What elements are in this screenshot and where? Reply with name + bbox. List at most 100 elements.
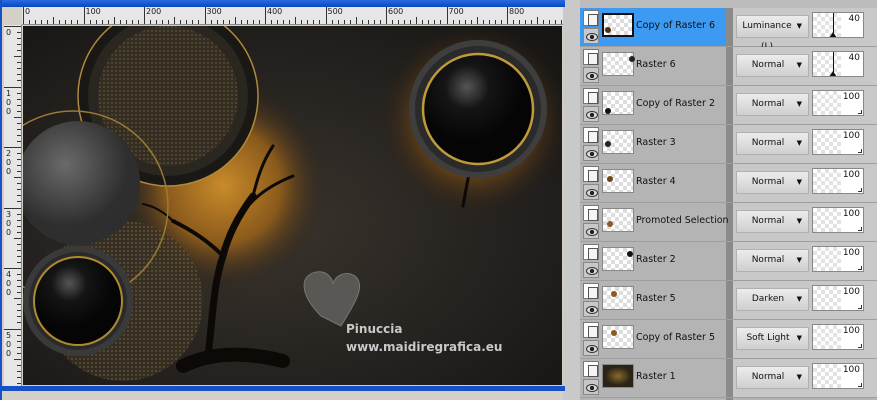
layer-item[interactable]: Raster 6 <box>580 47 726 85</box>
dropdown-arrow-icon: ▼ <box>796 373 802 381</box>
ruler-tick <box>488 20 490 24</box>
ruler-tick <box>23 7 24 24</box>
blend-mode-dropdown[interactable]: Darken ▼ <box>736 288 809 311</box>
vertical-ruler: 0 100 200 300 400 500 <box>4 25 22 386</box>
layer-item[interactable]: Raster 5 <box>580 281 726 319</box>
blend-mode-dropdown[interactable]: Normal ▼ <box>736 54 809 77</box>
ruler-tick <box>17 74 21 76</box>
blend-mode-dropdown[interactable]: Luminance (L)▼ <box>736 15 809 52</box>
visibility-eye-icon[interactable] <box>583 340 599 356</box>
layer-name: Raster 6 <box>636 59 676 70</box>
visibility-eye-icon[interactable] <box>583 379 599 395</box>
opacity-value: 40 <box>848 53 860 63</box>
ruler-tick <box>17 310 21 312</box>
layer-name: Raster 4 <box>636 176 676 187</box>
visibility-eye-icon[interactable] <box>583 67 599 83</box>
ruler-tick <box>156 20 158 24</box>
layer-row[interactable]: Raster 5 Darken ▼ 100 <box>580 281 877 320</box>
ruler-tick <box>14 177 21 179</box>
opacity-slider[interactable]: 100 <box>812 324 864 350</box>
layer-type-icon <box>583 283 599 299</box>
ruler-tick <box>17 50 21 52</box>
ruler-tick <box>17 201 21 203</box>
layer-item[interactable]: Copy of Raster 5 <box>580 320 726 358</box>
ruler-tick <box>17 364 21 366</box>
opacity-slider-handle[interactable] <box>829 32 837 37</box>
ruler-tick <box>367 20 369 24</box>
layer-item[interactable]: Raster 3 <box>580 125 726 163</box>
blend-mode-dropdown[interactable]: Normal ▼ <box>736 93 809 116</box>
blend-mode-dropdown[interactable]: Normal ▼ <box>736 366 809 389</box>
ruler-tick <box>17 292 21 294</box>
layer-row[interactable]: Promoted Selection Normal ▼ 100 <box>580 203 877 242</box>
ruler-tick <box>428 20 430 24</box>
layer-row[interactable]: Copy of Raster 6 Luminance (L)▼ 40 <box>580 8 877 52</box>
blend-mode-dropdown[interactable]: Normal ▼ <box>736 210 809 233</box>
visibility-eye-icon[interactable] <box>583 106 599 122</box>
opacity-slider[interactable]: 100 <box>812 285 864 311</box>
visibility-eye-icon[interactable] <box>583 301 599 317</box>
watermark-url: www.maidiregrafica.eu <box>346 340 503 354</box>
ruler-tick <box>101 20 103 24</box>
layer-row[interactable]: Raster 4 Normal ▼ 100 <box>580 164 877 203</box>
ruler-tick <box>4 268 21 269</box>
layer-row[interactable]: Raster 1 Normal ▼ 100 <box>580 359 877 398</box>
ruler-tick <box>17 122 21 124</box>
opacity-slider[interactable]: 40 <box>812 12 864 38</box>
dropdown-arrow-icon: ▼ <box>796 256 802 264</box>
opacity-slider[interactable]: 100 <box>812 168 864 194</box>
layer-item[interactable]: Raster 2 <box>580 242 726 280</box>
ruler-tick <box>513 20 515 24</box>
blend-mode-dropdown[interactable]: Soft Light ▼ <box>736 327 809 350</box>
opacity-slider[interactable]: 40 <box>812 51 864 77</box>
visibility-eye-icon[interactable] <box>583 145 599 161</box>
ruler-tick <box>174 17 176 24</box>
ruler-label: 300 <box>6 209 12 237</box>
ruler-label: 500 <box>327 7 343 16</box>
ruler-tick <box>271 20 273 24</box>
blend-mode-dropdown[interactable]: Normal ▼ <box>736 249 809 272</box>
opacity-value: 100 <box>842 92 860 102</box>
opacity-slider[interactable]: 100 <box>812 246 864 272</box>
layer-row[interactable]: Copy of Raster 2 Normal ▼ 100 <box>580 86 877 125</box>
ruler-tick <box>373 20 375 24</box>
opacity-slider-handle[interactable] <box>829 71 837 76</box>
ruler-label: 500 <box>6 330 12 358</box>
layer-item[interactable]: Promoted Selection <box>580 203 729 241</box>
layer-item[interactable]: Raster 4 <box>580 164 726 202</box>
ruler-tick <box>144 7 145 24</box>
layer-item[interactable]: Copy of Raster 6 <box>580 8 726 46</box>
window-title-bar[interactable] <box>2 0 565 7</box>
opacity-slider[interactable]: 100 <box>812 90 864 116</box>
ruler-tick <box>458 20 460 24</box>
opacity-value: 100 <box>842 326 860 336</box>
blend-mode-value: Normal <box>751 255 785 265</box>
blend-mode-dropdown[interactable]: Normal ▼ <box>736 171 809 194</box>
ruler-tick <box>531 20 533 24</box>
layer-thumbnail <box>602 91 634 115</box>
layer-row[interactable]: Raster 2 Normal ▼ 100 <box>580 242 877 281</box>
ruler-tick <box>392 20 394 24</box>
resize-corner-icon <box>858 188 862 192</box>
layer-name: Copy of Raster 2 <box>636 98 715 109</box>
ruler-label: 400 <box>6 270 12 297</box>
ruler-tick <box>29 20 31 24</box>
visibility-eye-icon[interactable] <box>583 184 599 200</box>
layer-row[interactable]: Raster 3 Normal ▼ 100 <box>580 125 877 164</box>
ruler-tick <box>17 44 21 46</box>
opacity-slider[interactable]: 100 <box>812 363 864 389</box>
image-canvas[interactable]: Pinuccia www.maidiregrafica.eu <box>23 26 562 385</box>
visibility-eye-icon[interactable] <box>583 223 599 239</box>
layer-item[interactable]: Raster 1 <box>580 359 726 397</box>
blend-mode-dropdown[interactable]: Normal ▼ <box>736 132 809 155</box>
ruler-tick <box>470 20 472 24</box>
opacity-slider[interactable]: 100 <box>812 129 864 155</box>
layer-item[interactable]: Copy of Raster 2 <box>580 86 726 124</box>
layer-row[interactable]: Raster 6 Normal ▼ 40 <box>580 47 877 86</box>
visibility-eye-icon[interactable] <box>583 262 599 278</box>
opacity-slider[interactable]: 100 <box>812 207 864 233</box>
resize-corner-icon <box>858 305 862 309</box>
ruler-tick <box>150 20 152 24</box>
visibility-eye-icon[interactable] <box>583 28 599 44</box>
layer-row[interactable]: Copy of Raster 5 Soft Light ▼ 100 <box>580 320 877 359</box>
